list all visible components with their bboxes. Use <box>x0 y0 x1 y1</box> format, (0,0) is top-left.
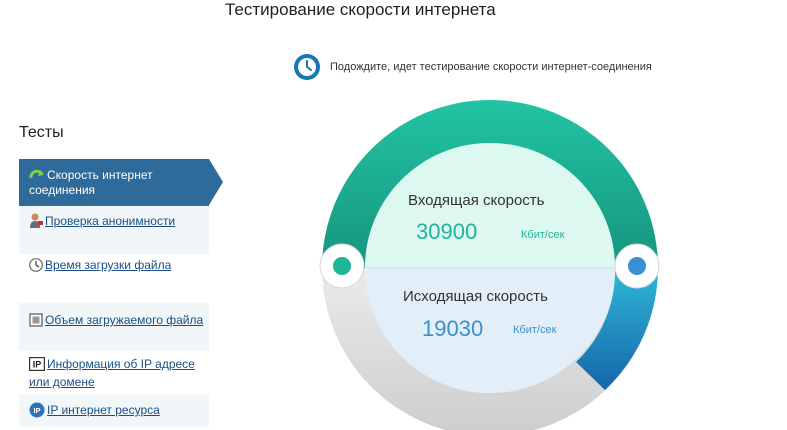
upload-unit: Кбит/сек <box>513 324 557 336</box>
sidebar-item-connection-speed[interactable]: Скорость интернет соединения <box>19 159 223 206</box>
ip-globe-icon: IP <box>29 402 45 418</box>
download-label: Входящая скорость <box>408 192 545 209</box>
sidebar-item-file-size[interactable]: Объем загружаемого файла <box>19 303 209 351</box>
page-title: Тестирование скорости интернета <box>225 0 496 19</box>
sidebar-item-label: Время загрузки файла <box>45 258 172 272</box>
sidebar-item-label: Проверка анонимности <box>45 214 176 228</box>
clock-icon <box>29 257 43 272</box>
sidebar-item-label: IP интернет ресурса <box>47 403 160 417</box>
upload-value: 19030 <box>422 316 484 341</box>
speed-gauge: Входящая скорость 30900 Кбит/сек Исходящ… <box>300 88 680 430</box>
user-icon <box>30 213 43 228</box>
sidebar-item-ip-resource[interactable]: IP IP интернет ресурса <box>19 395 209 427</box>
download-unit: Кбит/сек <box>521 229 565 241</box>
refresh-arrow-icon <box>29 169 44 179</box>
sidebar-item-download-time[interactable]: Время загрузки файла <box>19 254 209 303</box>
sidebar-item-label: Объем загружаемого файла <box>45 313 204 327</box>
download-marker <box>319 243 365 289</box>
svg-text:IP: IP <box>33 406 40 415</box>
clock-icon <box>294 54 320 80</box>
status-bar: Подождите, идет тестирование скорости ин… <box>294 54 652 80</box>
sidebar-item-label: Информация об IP адресе или домене <box>29 357 195 389</box>
sidebar-item-ip-info[interactable]: IP Информация об IP адресе или домене <box>19 351 209 395</box>
status-text: Подождите, идет тестирование скорости ин… <box>330 61 652 73</box>
sidebar-item-anonymity[interactable]: Проверка анонимности <box>19 206 209 254</box>
sidebar-title: Тесты <box>19 124 64 141</box>
upload-label: Исходящая скорость <box>403 288 548 305</box>
svg-text:IP: IP <box>33 359 42 369</box>
upload-marker <box>614 243 660 289</box>
sidebar-item-label: Скорость интернет соединения <box>29 168 153 197</box>
sidebar-nav: Скорость интернет соединения Проверка ан… <box>19 159 223 427</box>
file-size-icon <box>29 313 43 327</box>
ip-badge-icon: IP <box>29 356 45 371</box>
download-value: 30900 <box>416 219 478 244</box>
speed-gauge-graphic <box>319 100 660 430</box>
